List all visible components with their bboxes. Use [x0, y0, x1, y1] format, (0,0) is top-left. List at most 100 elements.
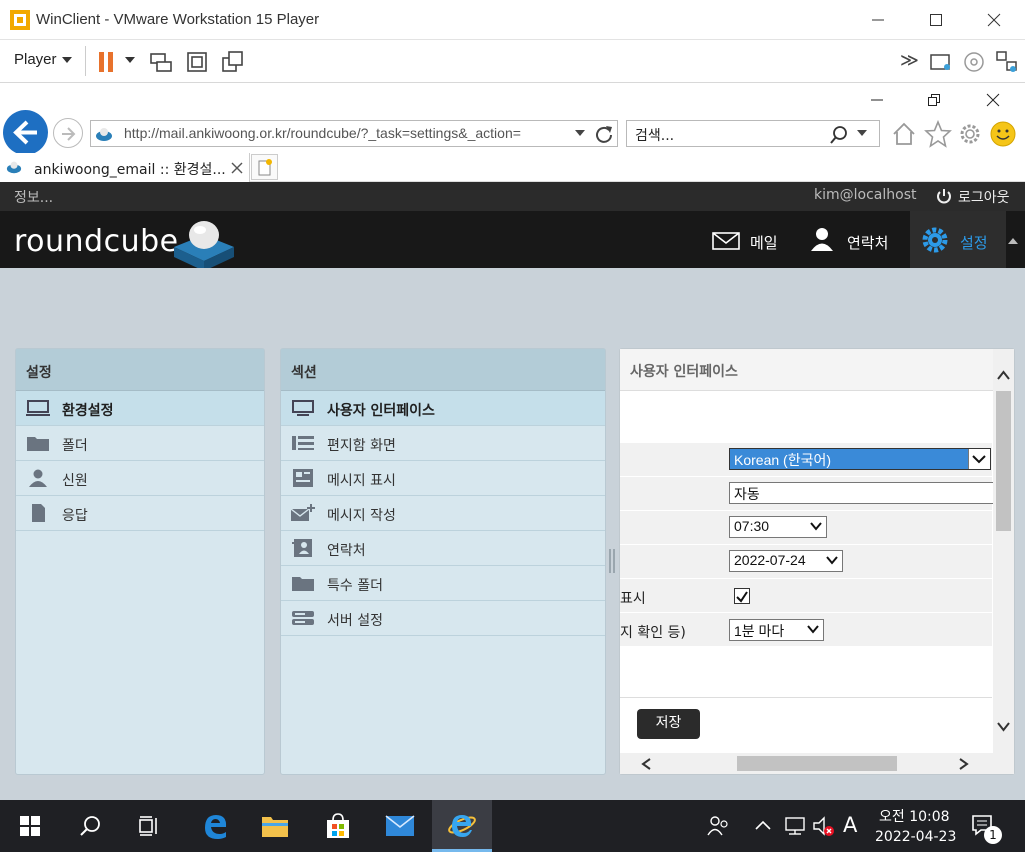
taskbar-edge[interactable]: [185, 800, 245, 852]
maximize-button[interactable]: [908, 0, 964, 40]
favorites-star-icon[interactable]: [924, 120, 952, 148]
contacts-icon: [811, 228, 833, 251]
search-input[interactable]: 검색...: [635, 125, 674, 145]
scroll-down-icon[interactable]: [996, 721, 1011, 733]
close-tab-icon[interactable]: [231, 162, 243, 174]
task-view-button[interactable]: [120, 800, 180, 852]
chevron-down-icon: [807, 625, 819, 634]
section-item-compose[interactable]: 메시지 작성: [281, 496, 605, 531]
tab-roundcube[interactable]: ankiwoong_email :: 환경설...: [0, 153, 250, 182]
fullscreen-icon[interactable]: [185, 50, 209, 74]
refresh-interval-select[interactable]: 1분 마다: [729, 619, 824, 641]
time-format-select[interactable]: 07:30: [729, 516, 827, 538]
save-button[interactable]: 저장: [637, 709, 700, 739]
tools-gear-icon[interactable]: [957, 121, 983, 147]
form-footer: 저장: [620, 697, 992, 751]
pause-icon[interactable]: [96, 50, 120, 74]
date-format-row: 2022-07-24: [620, 544, 992, 578]
clock-time[interactable]: 오전 10:08: [879, 806, 950, 826]
nav-mail[interactable]: 메일: [700, 211, 796, 268]
send-ctrl-alt-del-icon[interactable]: [149, 50, 173, 74]
more-devices-icon[interactable]: ≫: [900, 50, 919, 71]
nav-contacts[interactable]: 연락처: [800, 211, 908, 268]
dropdown-button[interactable]: [968, 449, 990, 469]
horizontal-scrollbar[interactable]: [620, 753, 1014, 774]
language-select[interactable]: Korean (한국어): [729, 448, 991, 470]
pretty-date-checkbox[interactable]: [734, 588, 750, 604]
task-view-icon: [139, 816, 157, 836]
browser-minimize-button[interactable]: [870, 92, 884, 111]
section-item-label: 편지함 화면: [327, 438, 396, 454]
volume-muted-icon[interactable]: [812, 815, 836, 837]
chevron-down-icon[interactable]: [125, 57, 135, 65]
scroll-up-icon[interactable]: [996, 369, 1011, 381]
search-box[interactable]: 검색...: [626, 120, 880, 147]
home-icon[interactable]: [891, 121, 917, 147]
power-icon[interactable]: [936, 188, 952, 204]
people-icon[interactable]: [706, 815, 730, 837]
timezone-select[interactable]: 자동: [729, 482, 994, 504]
pane-splitter[interactable]: [609, 549, 615, 573]
clock-date[interactable]: 2022-04-23: [875, 829, 956, 845]
scroll-left-icon[interactable]: [640, 757, 652, 771]
section-item-server-settings[interactable]: 서버 설정: [281, 601, 605, 636]
settings-panel: 설정 환경설정 폴더 신원 응답: [15, 348, 265, 775]
url-text[interactable]: http://mail.ankiwoong.or.kr/roundcube/?_…: [124, 125, 521, 141]
nav-settings[interactable]: 설정: [910, 211, 1006, 268]
browser-restore-button[interactable]: [927, 92, 941, 111]
network-adapter-icon[interactable]: [995, 50, 1019, 74]
taskbar-search-button[interactable]: [60, 800, 120, 852]
smiley-feedback-icon[interactable]: [989, 120, 1017, 148]
section-item-mailbox-view[interactable]: 편지함 화면: [281, 426, 605, 461]
collapse-header-icon[interactable]: [1008, 237, 1018, 245]
settings-item-folders[interactable]: 폴더: [16, 426, 264, 461]
settings-item-responses[interactable]: 응답: [16, 496, 264, 531]
start-button[interactable]: [0, 800, 60, 852]
taskbar-mail[interactable]: [370, 800, 430, 852]
chevron-down-icon[interactable]: [857, 130, 867, 138]
browser-close-button[interactable]: [986, 92, 1000, 111]
logout-link[interactable]: 로그아웃: [958, 187, 1010, 207]
horizontal-scroll-thumb[interactable]: [737, 756, 897, 771]
taskbar-internet-explorer[interactable]: [432, 800, 492, 852]
settings-item-label: 응답: [62, 508, 88, 524]
settings-item-preferences[interactable]: 환경설정: [16, 391, 264, 426]
back-button[interactable]: [3, 110, 48, 155]
close-button[interactable]: [966, 0, 1022, 40]
person-icon: [29, 469, 47, 487]
chevron-up-icon[interactable]: [755, 819, 771, 831]
date-format-select[interactable]: 2022-07-24: [729, 550, 843, 572]
section-item-message-view[interactable]: 메시지 표시: [281, 461, 605, 496]
date-format-value: 2022-07-24: [734, 552, 806, 568]
maximize-icon: [930, 14, 942, 26]
player-menu-button[interactable]: Player: [14, 51, 57, 68]
address-bar[interactable]: http://mail.ankiwoong.or.kr/roundcube/?_…: [90, 120, 618, 147]
new-tab-button[interactable]: [251, 154, 278, 180]
chevron-down-icon[interactable]: [575, 130, 585, 138]
taskbar-file-explorer[interactable]: [245, 800, 305, 852]
vertical-scroll-thumb[interactable]: [996, 391, 1011, 531]
search-icon[interactable]: [829, 125, 849, 145]
ime-indicator[interactable]: A: [843, 813, 857, 837]
chevron-down-icon: [826, 556, 838, 565]
settings-item-identities[interactable]: 신원: [16, 461, 264, 496]
cd-rom-icon[interactable]: [962, 50, 986, 74]
notification-badge: 1: [984, 826, 1002, 844]
tab-title: ankiwoong_email :: 환경설...: [34, 162, 226, 178]
section-item-special-folders[interactable]: 특수 폴더: [281, 566, 605, 601]
minimize-button[interactable]: [850, 0, 906, 40]
chevron-down-icon: [62, 57, 72, 63]
network-icon[interactable]: [783, 815, 807, 837]
about-link[interactable]: 정보...: [14, 187, 53, 207]
language-row: Korean (한국어): [620, 442, 992, 476]
taskbar-store[interactable]: [308, 800, 368, 852]
section-item-user-interface[interactable]: 사용자 인터페이스: [281, 391, 605, 426]
timezone-value: 자동: [734, 486, 760, 502]
unity-icon[interactable]: [221, 50, 245, 74]
scroll-right-icon[interactable]: [958, 757, 970, 771]
section-item-addressbook[interactable]: 연락처: [281, 531, 605, 566]
hard-disk-icon[interactable]: [929, 50, 953, 74]
forward-button[interactable]: [53, 118, 83, 148]
refresh-icon[interactable]: [594, 124, 614, 144]
vertical-scrollbar[interactable]: [993, 349, 1014, 753]
